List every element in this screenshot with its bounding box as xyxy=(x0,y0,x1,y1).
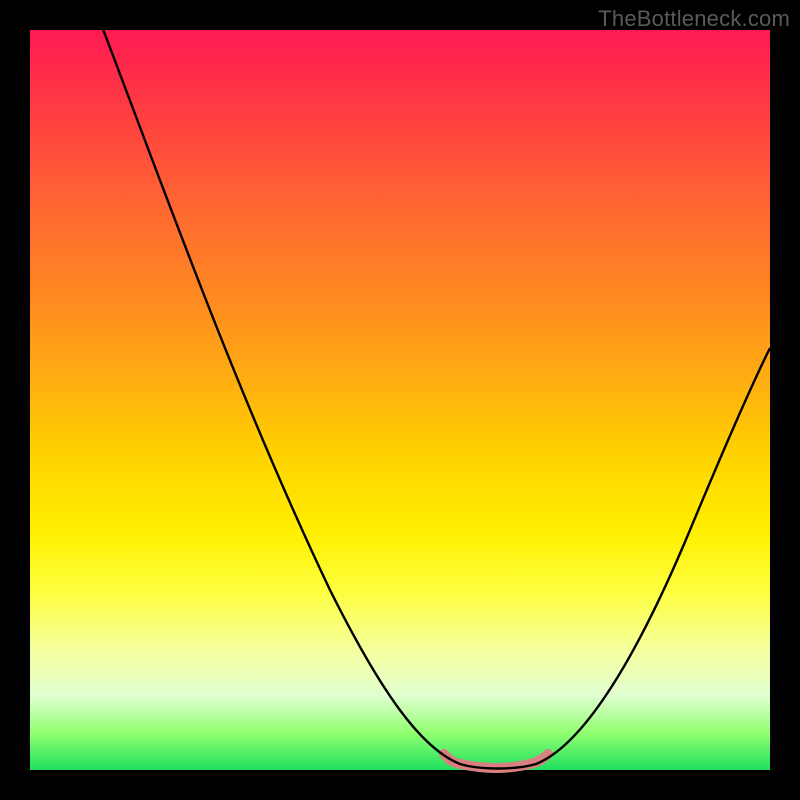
bottleneck-curve-path xyxy=(88,0,770,769)
chart-frame: TheBottleneck.com xyxy=(0,0,800,800)
curve-layer xyxy=(30,30,770,770)
watermark-text: TheBottleneck.com xyxy=(598,6,790,32)
